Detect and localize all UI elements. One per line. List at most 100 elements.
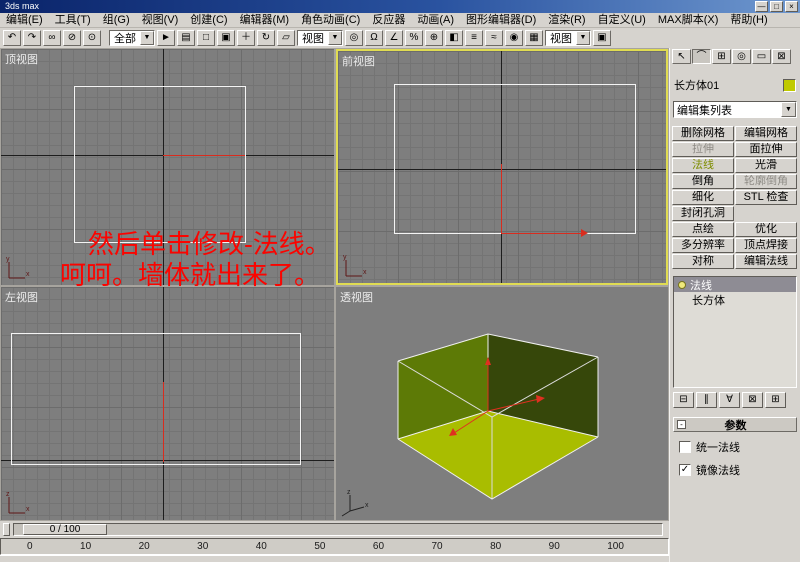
viewport-top-label[interactable]: 顶视图 [5,51,38,67]
undo-icon[interactable]: ↶ [3,30,21,46]
button-optimize[interactable]: 优化 [735,222,797,237]
menu-item-modifiers[interactable]: 编辑器(M) [234,13,296,27]
menu-item-views[interactable]: 视图(V) [136,13,185,27]
menu-item-edit[interactable]: 编辑(E) [0,13,49,27]
maximize-icon[interactable]: □ [770,1,783,12]
button-normal[interactable]: 法线 [672,158,734,173]
chevron-down-icon[interactable]: ▼ [781,102,796,117]
curve-editor-icon[interactable]: ≈ [485,30,503,46]
crossing-selection-icon[interactable]: ▣ [217,30,235,46]
toolbar-grip[interactable] [3,523,10,536]
menu-item-character[interactable]: 角色动画(C) [295,13,366,27]
pin-stack-icon[interactable]: ⊟ [673,392,694,408]
button-vertex-weld[interactable]: 顶点焊接 [735,238,797,253]
button-stl-check[interactable]: STL 检查 [735,190,797,205]
checkbox-icon[interactable]: ✓ [679,464,691,476]
menu-item-rendering[interactable]: 渲染(R) [542,13,591,27]
viewport-front[interactable]: 前视图 y x [336,49,668,285]
show-end-result-icon[interactable]: ∥ [696,392,717,408]
button-smooth[interactable]: 光滑 [735,158,797,173]
configure-sets-icon[interactable]: ⊞ [765,392,786,408]
select-by-name-icon[interactable]: ▤ [177,30,195,46]
chevron-down-icon[interactable]: ▼ [140,31,154,45]
menu-item-help[interactable]: 帮助(H) [724,13,773,27]
rotate-icon[interactable]: ↻ [257,30,275,46]
button-face-extrude[interactable]: 面拉伸 [735,142,797,157]
collapse-icon[interactable]: - [677,420,686,429]
select-object-icon[interactable]: ► [157,30,175,46]
menu-item-graph-editors[interactable]: 图形编辑器(D) [460,13,542,27]
button-edit-mesh[interactable]: 编辑网格 [735,126,797,141]
render-type-dropdown[interactable]: 视图 ▼ [545,30,591,46]
spinner-snap-icon[interactable]: ⊕ [425,30,443,46]
track-bar-ticks: 0 10 20 30 40 50 60 70 80 90 100 [27,541,624,552]
button-delete-mesh[interactable]: 删除网格 [672,126,734,141]
snap-toggle-icon[interactable]: Ω [365,30,383,46]
checkbox-unify-normals[interactable]: ✓ 统一法线 [679,439,792,455]
viewport-left[interactable]: 左视图 z x [1,287,334,520]
viewport-left-label[interactable]: 左视图 [5,289,38,305]
rollout-header[interactable]: - 参数 [673,417,797,432]
button-bevel[interactable]: 倒角 [672,174,734,189]
tab-utilities-icon[interactable]: ⊠ [772,49,791,64]
viewport-perspective-label[interactable]: 透视图 [340,289,373,305]
selection-filter-dropdown[interactable]: 全部 ▼ [109,30,155,46]
time-slider-track[interactable]: 0 / 100 [13,523,663,536]
button-bevel-profile[interactable]: 轮廓倒角 [735,174,797,189]
checkbox-flip-normals[interactable]: ✓ 镜像法线 [679,462,792,478]
annotation-line-1: 然后单击修改-法线。 [88,230,331,260]
angle-snap-icon[interactable]: ∠ [385,30,403,46]
bind-spacewarp-icon[interactable]: ⊙ [83,30,101,46]
menu-item-tools[interactable]: 工具(T) [49,13,97,27]
tab-hierarchy-icon[interactable]: ⊞ [712,49,731,64]
menu-item-group[interactable]: 组(G) [97,13,136,27]
stack-item-normal[interactable]: 法线 [674,277,796,292]
reference-coordinate-dropdown[interactable]: 视图 ▼ [297,30,343,46]
redo-icon[interactable]: ↷ [23,30,41,46]
menu-item-animation[interactable]: 动画(A) [411,13,460,27]
viewport-front-label[interactable]: 前视图 [342,53,375,69]
button-cap-holes[interactable]: 封闭孔洞 [672,206,734,221]
align-icon[interactable]: ≡ [465,30,483,46]
chevron-down-icon[interactable]: ▼ [328,31,342,45]
tick-label: 100 [607,541,624,552]
render-setup-icon[interactable]: ▦ [525,30,543,46]
time-slider-handle[interactable]: 0 / 100 [23,524,107,535]
rect-selection-icon[interactable]: □ [197,30,215,46]
unlink-icon[interactable]: ⊘ [63,30,81,46]
percent-snap-icon[interactable]: % [405,30,423,46]
menu-item-customize[interactable]: 自定义(U) [592,13,652,27]
stack-item-box[interactable]: 长方体 [674,292,796,307]
modifier-list-dropdown[interactable]: 编辑集列表 ▼ [673,101,797,118]
checkbox-icon[interactable]: ✓ [679,441,691,453]
use-center-icon[interactable]: ◎ [345,30,363,46]
material-editor-icon[interactable]: ◉ [505,30,523,46]
button-edit-normals[interactable]: 编辑法线 [735,254,797,269]
object-color-swatch[interactable] [783,78,796,92]
track-bar[interactable]: 0 10 20 30 40 50 60 70 80 90 100 [0,538,669,555]
mirror-icon[interactable]: ◧ [445,30,463,46]
bulb-icon[interactable] [678,280,686,289]
viewport-perspective[interactable]: 透视图 z x [336,287,668,520]
menu-item-reactor[interactable]: 反应器 [366,13,411,27]
chevron-down-icon[interactable]: ▼ [576,31,590,45]
close-icon[interactable]: × [785,1,798,12]
button-vertex-paint[interactable]: 点绘 [672,222,734,237]
menu-item-maxscript[interactable]: MAX脚本(X) [652,13,725,27]
button-multires[interactable]: 多分辨率 [672,238,734,253]
minimize-icon[interactable]: — [755,1,768,12]
make-unique-icon[interactable]: ∀ [719,392,740,408]
scale-icon[interactable]: ▱ [277,30,295,46]
quick-render-icon[interactable]: ▣ [593,30,611,46]
button-extrude[interactable]: 拉伸 [672,142,734,157]
select-link-icon[interactable]: ∞ [43,30,61,46]
remove-modifier-icon[interactable]: ⊠ [742,392,763,408]
tab-motion-icon[interactable]: ◎ [732,49,751,64]
tab-display-icon[interactable]: ▭ [752,49,771,64]
tab-modify-icon[interactable]: ⌒ [692,49,711,64]
tab-create-icon[interactable]: ↖ [672,49,691,64]
button-tessellate[interactable]: 细化 [672,190,734,205]
menu-item-create[interactable]: 创建(C) [184,13,233,27]
button-symmetry[interactable]: 对称 [672,254,734,269]
move-icon[interactable]: ＋ [237,30,255,46]
